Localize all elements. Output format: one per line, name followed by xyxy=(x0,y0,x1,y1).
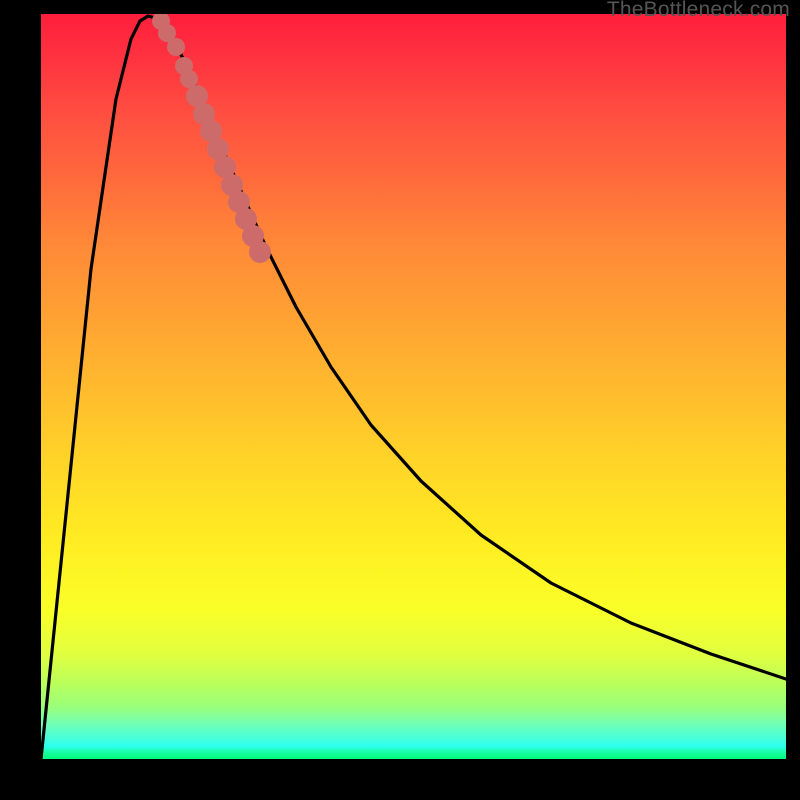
data-point-marker xyxy=(167,38,185,56)
curve-markers xyxy=(152,14,271,263)
bottleneck-curve xyxy=(41,16,786,759)
plot-area xyxy=(41,14,786,759)
data-point-marker xyxy=(249,241,271,263)
chart-container: TheBottleneck.com xyxy=(0,0,800,800)
chart-svg xyxy=(41,14,786,759)
watermark-text: TheBottleneck.com xyxy=(607,0,790,22)
curve-line xyxy=(41,16,786,759)
